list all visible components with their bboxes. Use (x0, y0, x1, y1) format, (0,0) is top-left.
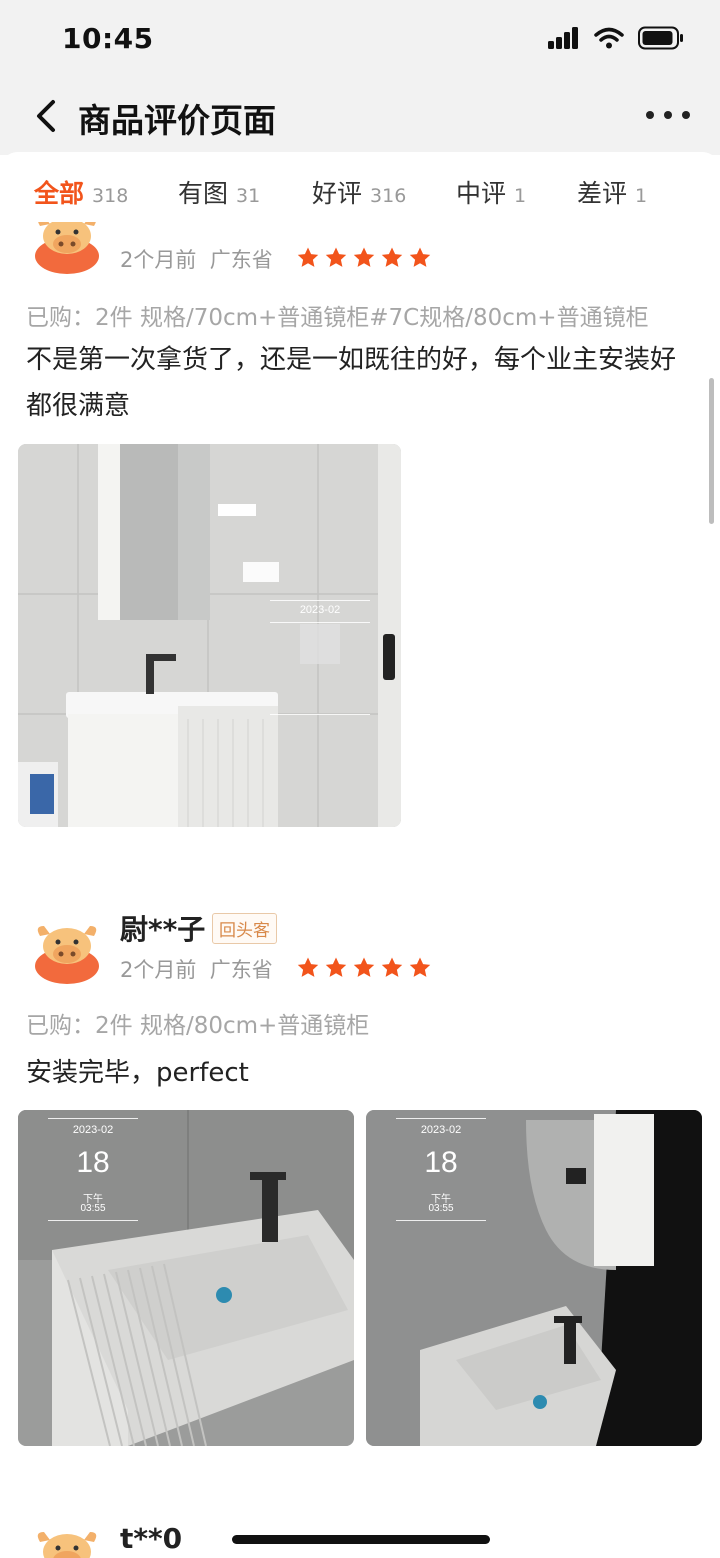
more-dots-icon (646, 111, 654, 119)
scrollbar[interactable] (709, 378, 714, 524)
back-button[interactable] (28, 96, 64, 136)
review-photo[interactable]: 2023-02 (18, 444, 401, 827)
chevron-left-icon (37, 100, 55, 132)
review-time: 2个月前 (120, 248, 197, 272)
page-title: 商品评价页面 (78, 101, 276, 140)
star-icon (325, 957, 347, 977)
photo-watermark-date: 2023-02 (299, 604, 341, 616)
wifi-icon (594, 27, 624, 49)
photo-watermark-date: 2023-02 (72, 1124, 114, 1136)
photo-watermark-time: 03:55 (428, 1203, 454, 1214)
tab-negative[interactable]: 差评 1 (577, 174, 647, 210)
status-icons (548, 26, 684, 50)
signal-icon (548, 27, 578, 49)
star-rating (296, 246, 432, 270)
photo-watermark-day: 18 (76, 1146, 110, 1179)
bathroom-photo (18, 444, 401, 827)
review-list[interactable]: 2个月前 广东省 已购：2件 规格/70cm+普通镜柜#7C规格/80cm+普通… (0, 152, 720, 1558)
photo-watermark-time: 03:55 (80, 1203, 106, 1214)
user-name[interactable]: t**0 (120, 1522, 182, 1555)
star-icon (297, 957, 319, 977)
star-icon (297, 247, 319, 267)
tab-with-photos[interactable]: 有图 31 (178, 174, 260, 210)
review-location: 广东省 (209, 958, 273, 982)
review-sheet: 2个月前 广东省 已购：2件 规格/70cm+普通镜柜#7C规格/80cm+普通… (0, 152, 720, 1558)
star-icon (381, 957, 403, 977)
star-icon (353, 957, 375, 977)
star-icon (381, 247, 403, 267)
cow-avatar-icon (35, 926, 99, 984)
cow-avatar-icon (37, 1532, 97, 1558)
review-photo[interactable]: 2023-02 18 下午 03:55 (366, 1110, 702, 1446)
battery-icon (638, 26, 683, 50)
top-area: 10:45 商品评价页面 (0, 0, 720, 155)
home-indicator[interactable] (232, 1535, 490, 1544)
tab-neutral[interactable]: 中评 1 (456, 174, 526, 210)
repeat-customer-badge: 回头客 (212, 913, 277, 944)
review-photo[interactable]: 2023-02 18 下午 03:55 (18, 1110, 354, 1446)
star-icon (353, 247, 375, 267)
status-time: 10:45 (62, 22, 154, 55)
nav-bar: 商品评价页面 (0, 80, 720, 152)
review-time: 2个月前 (120, 958, 197, 982)
star-rating (296, 956, 432, 980)
photo-watermark-date: 2023-02 (420, 1124, 462, 1136)
photo-watermark-day: 18 (424, 1146, 458, 1179)
star-icon (409, 957, 431, 977)
purchase-info: 已购：2件 规格/80cm+普通镜柜 (26, 1013, 370, 1039)
review-location: 广东省 (209, 248, 273, 272)
filter-tabs: 全部 318 有图 31 好评 316 中评 1 差评 1 (0, 152, 720, 222)
review-text: 不是第一次拿货了，还是一如既往的好，每个业主安装好都很满意 (26, 345, 677, 421)
star-icon (325, 247, 347, 267)
more-button[interactable] (646, 100, 690, 130)
star-icon (409, 247, 431, 267)
status-bar: 10:45 (0, 0, 720, 78)
purchase-info: 已购：2件 规格/70cm+普通镜柜#7C规格/80cm+普通镜柜 (26, 305, 649, 331)
tab-positive[interactable]: 好评 316 (312, 174, 406, 210)
tab-all[interactable]: 全部 318 (34, 174, 128, 210)
user-name[interactable]: 尉**子 (120, 908, 205, 948)
review-text: 安装完毕，perfect (26, 1058, 249, 1088)
